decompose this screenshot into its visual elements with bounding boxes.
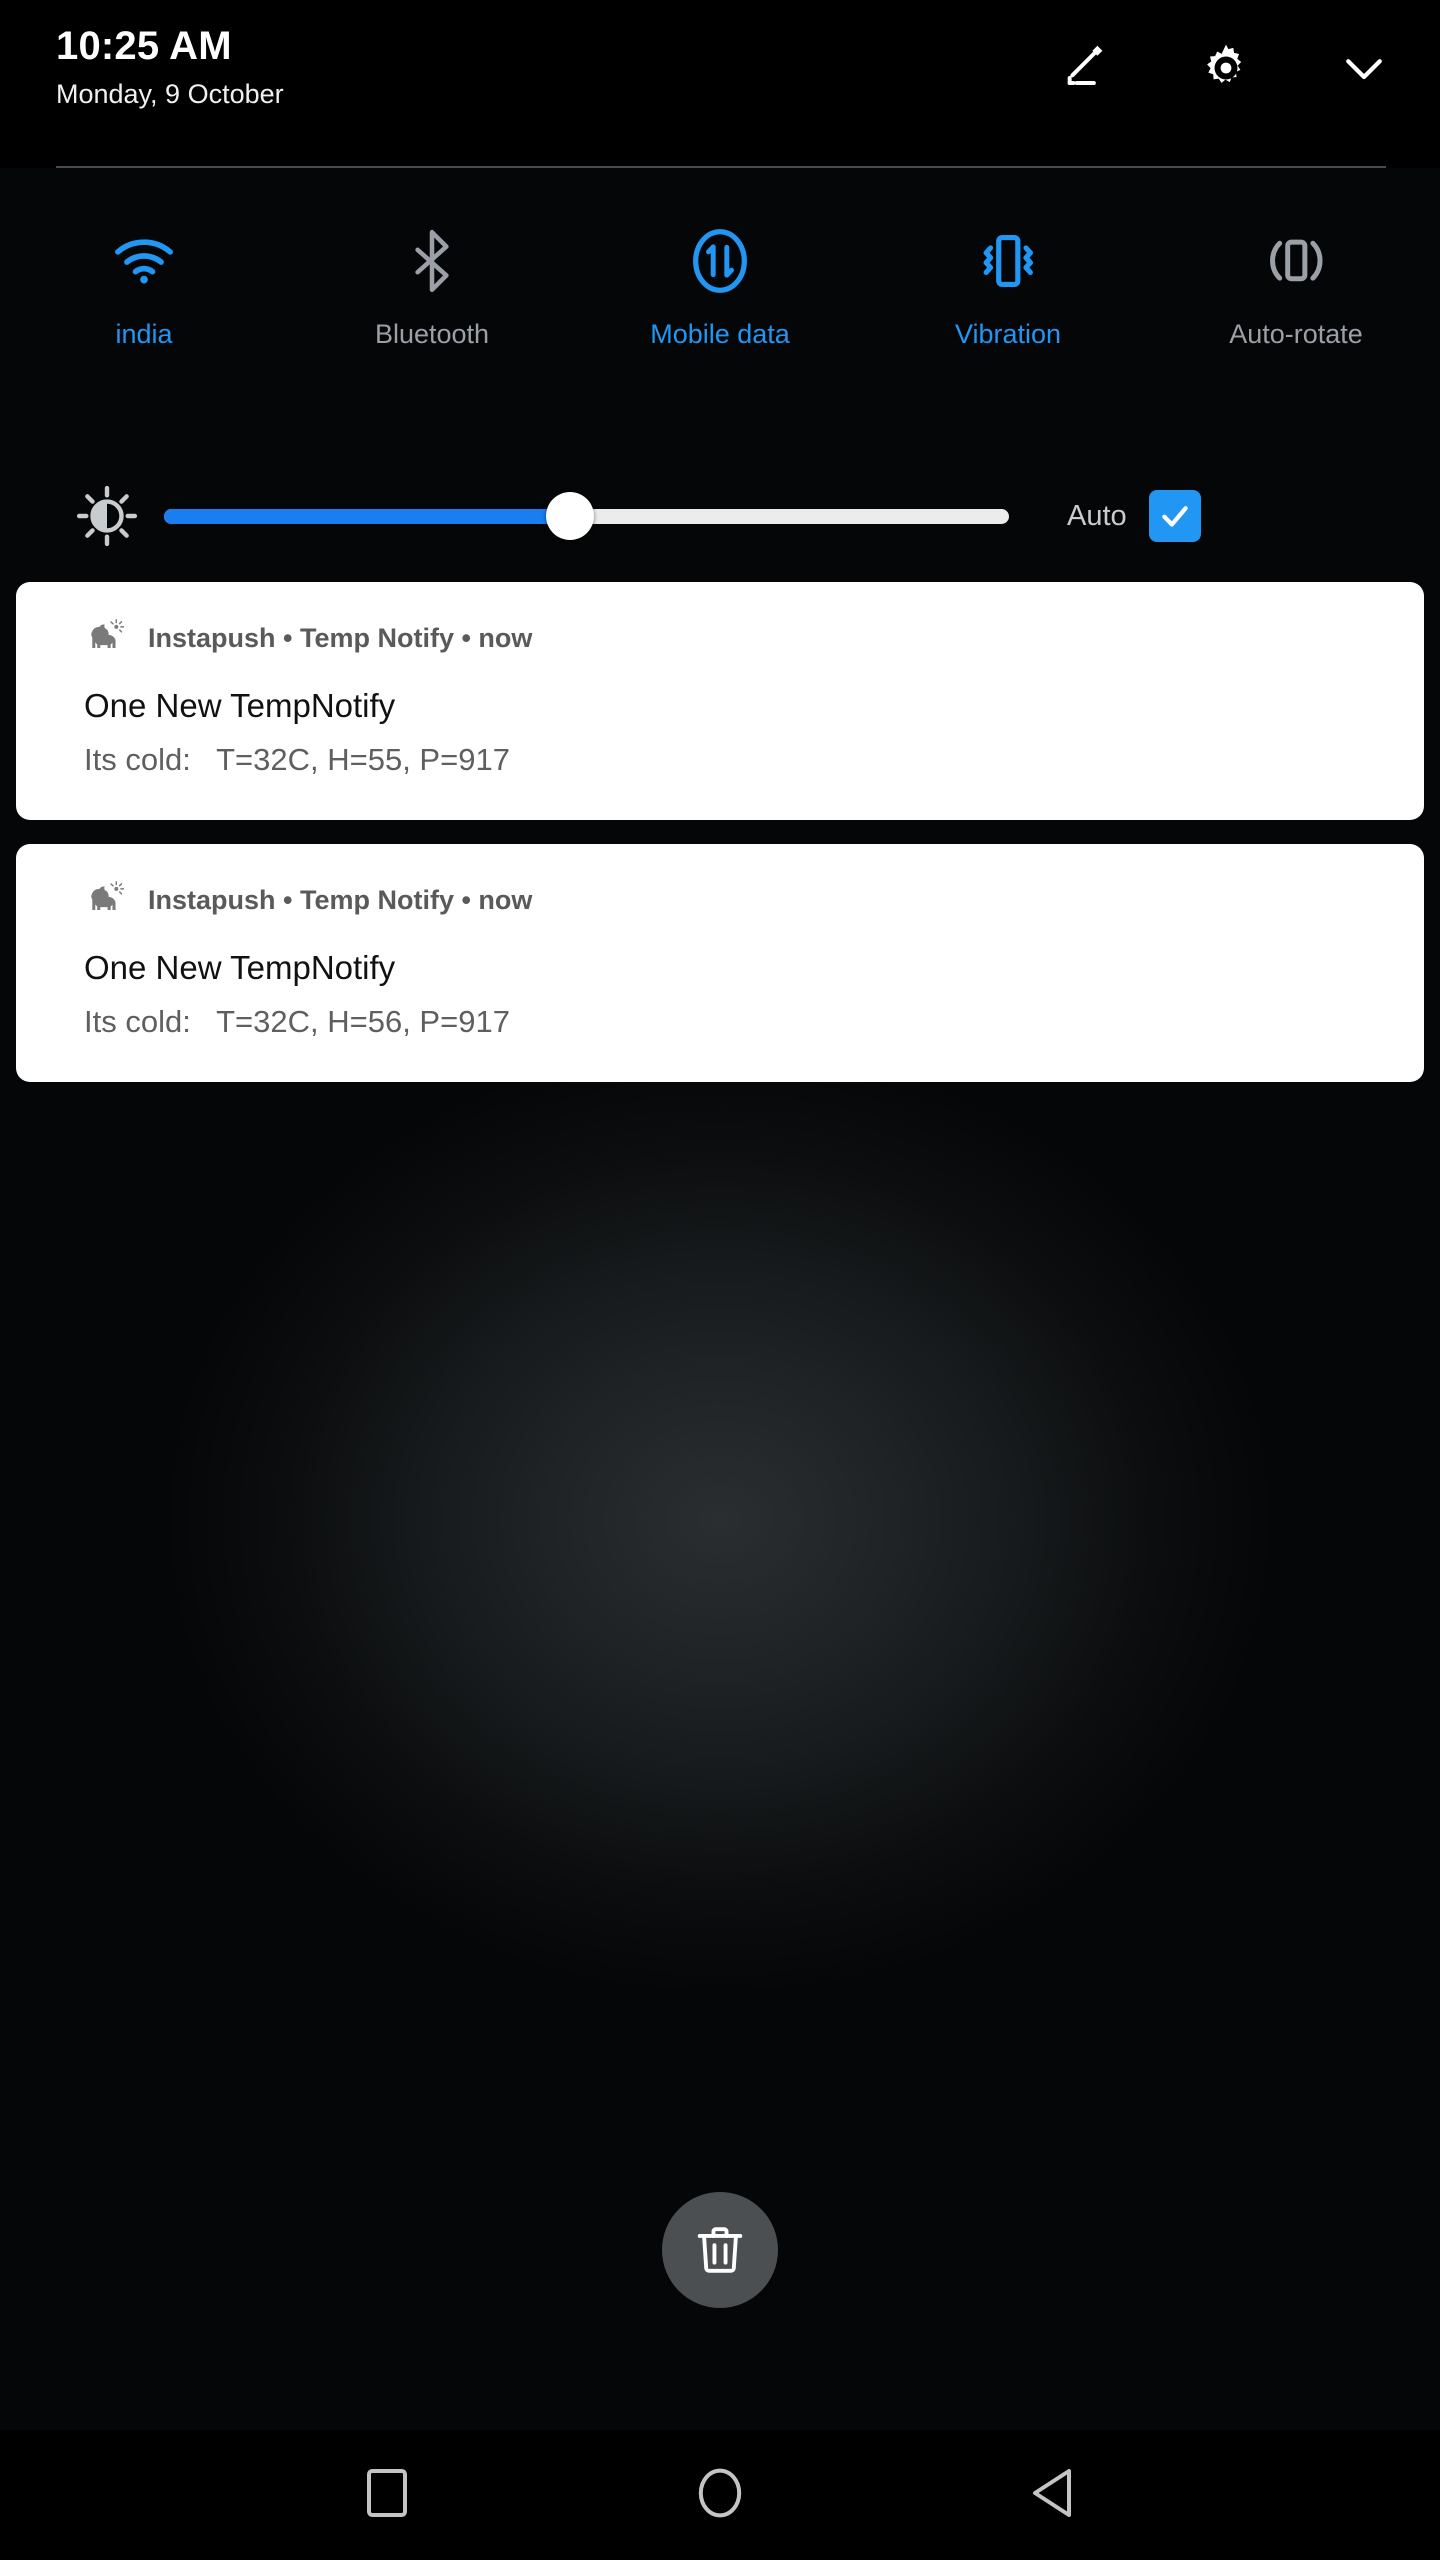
home-button[interactable] — [655, 2430, 785, 2560]
qs-tile-auto-rotate[interactable]: Auto-rotate — [1152, 210, 1440, 400]
notification-list: Instapush • Temp Notify • now One New Te… — [0, 582, 1440, 1106]
qs-tile-label-auto-rotate: Auto-rotate — [1229, 318, 1363, 350]
bluetooth-icon — [409, 224, 455, 298]
notification-shade: 10:25 AM Monday, 9 October — [0, 0, 1440, 2560]
notification-card[interactable]: Instapush • Temp Notify • now One New Te… — [16, 582, 1424, 820]
status-time: 10:25 AM — [56, 22, 284, 70]
edit-icon[interactable] — [1060, 40, 1116, 96]
header-divider — [56, 166, 1386, 168]
quick-settings-row: india Bluetooth Mobile — [0, 210, 1440, 400]
header-icon-group — [1060, 40, 1392, 96]
auto-brightness-checkbox[interactable] — [1149, 490, 1201, 542]
shade-header: 10:25 AM Monday, 9 October — [0, 0, 1440, 168]
qs-tile-label-mobile-data: Mobile data — [650, 318, 790, 350]
notification-title: One New TempNotify — [16, 686, 1424, 726]
instapush-app-icon — [84, 879, 126, 921]
brightness-icon — [62, 485, 152, 547]
brightness-slider-thumb[interactable] — [546, 492, 594, 540]
chevron-down-icon[interactable] — [1336, 40, 1392, 96]
vibration-icon — [972, 224, 1044, 298]
triangle-left-icon — [1029, 2467, 1077, 2524]
qs-tile-label-bluetooth: Bluetooth — [375, 318, 489, 350]
brightness-slider[interactable] — [164, 470, 1009, 562]
clear-all-notifications-button[interactable] — [662, 2192, 778, 2308]
brightness-slider-fill — [164, 509, 570, 524]
qs-tile-label-vibration: Vibration — [955, 318, 1061, 350]
wifi-icon — [112, 224, 176, 298]
square-icon — [365, 2467, 409, 2524]
notification-meta-text: Instapush • Temp Notify • now — [148, 884, 532, 916]
recents-button[interactable] — [322, 2430, 452, 2560]
instapush-app-icon — [84, 617, 126, 659]
notification-body: Its cold: T=32C, H=56, P=917 — [16, 1002, 1424, 1042]
auto-rotate-icon — [1260, 224, 1332, 298]
notification-title: One New TempNotify — [16, 948, 1424, 988]
auto-brightness-label: Auto — [1067, 500, 1127, 533]
qs-tile-wifi[interactable]: india — [0, 210, 288, 400]
brightness-row: Auto — [0, 470, 1440, 562]
navigation-bar — [0, 2430, 1440, 2560]
notification-meta-row: Instapush • Temp Notify • now — [16, 878, 1424, 922]
gear-icon[interactable] — [1198, 40, 1254, 96]
notification-card[interactable]: Instapush • Temp Notify • now One New Te… — [16, 844, 1424, 1082]
circle-icon — [696, 2466, 744, 2525]
qs-tile-vibration[interactable]: Vibration — [864, 210, 1152, 400]
auto-brightness-group: Auto — [1067, 490, 1201, 542]
back-button[interactable] — [988, 2430, 1118, 2560]
clock-block: 10:25 AM Monday, 9 October — [56, 22, 284, 112]
qs-tile-bluetooth[interactable]: Bluetooth — [288, 210, 576, 400]
trash-icon — [691, 2221, 749, 2279]
status-date: Monday, 9 October — [56, 76, 284, 112]
notification-body: Its cold: T=32C, H=55, P=917 — [16, 740, 1424, 780]
notification-meta-row: Instapush • Temp Notify • now — [16, 616, 1424, 660]
notification-meta-text: Instapush • Temp Notify • now — [148, 622, 532, 654]
mobile-data-icon — [690, 224, 750, 298]
qs-tile-mobile-data[interactable]: Mobile data — [576, 210, 864, 400]
qs-tile-label-wifi: india — [115, 318, 172, 350]
